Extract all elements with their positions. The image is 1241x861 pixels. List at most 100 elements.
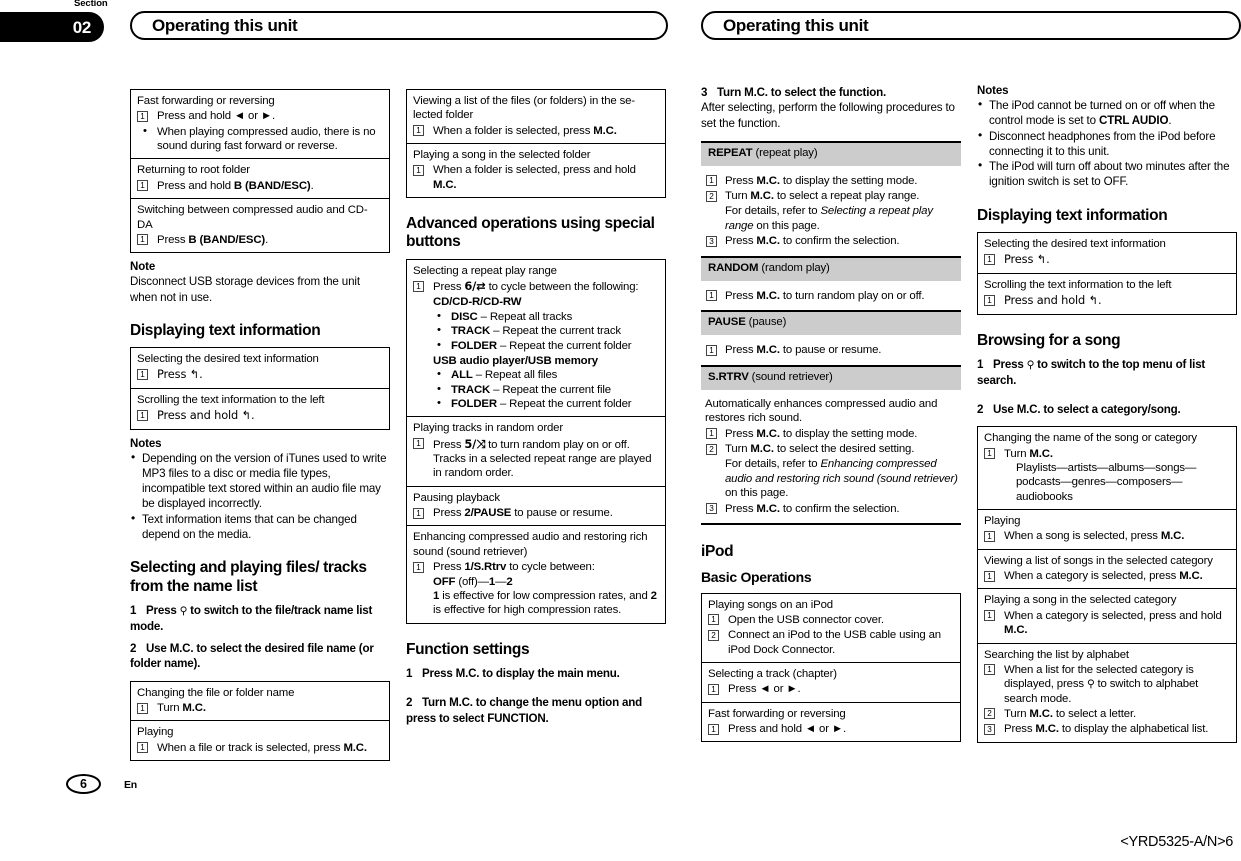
function-step: 3 Press M.C. to confirm the selection. [703,502,959,517]
table-row: Selecting a track (chapter) 1 Press ◄ or … [702,661,960,702]
step-number-badge: 3 [706,503,717,515]
step-number: 2 [406,696,413,710]
step-suffix: to confirm the selection. [779,235,900,248]
table-row: Playing a song in the selected folder 1W… [407,143,665,197]
row-step: 1 When a song is selected, press M.C. [984,529,1230,543]
step-suffix: to select a repeat play range. [773,190,920,203]
option-name: TRACK [451,383,491,396]
row-step: 1 Press B (BAND/ESC). [137,233,383,247]
step-number-badge: 2 [706,190,717,202]
heading-basic-operations: Basic Operations [701,568,812,585]
heading-ipod: iPod [701,543,734,561]
table-row: Fast forwarding or reversing 1 Press and … [702,701,960,742]
step-number-badge: 1 [984,570,995,582]
step-text: Press and hold [157,179,234,192]
list-item: Disconnect headphones from the iPod befo… [977,128,1237,160]
table-row: Viewing a list of songs in the selected … [978,548,1236,589]
step-number-badge: 1 [706,290,717,302]
step-text: Turn [1004,707,1030,720]
section-label: Section [74,0,108,9]
row-step: 2 Connect an iPod to the USB cable using … [708,628,954,657]
step-text: Use M.C. to select a category/song. [993,402,1181,416]
note-text: The iPod will turn off about two minutes… [989,160,1230,189]
step-number-badge: 3 [706,235,717,247]
step-text: Press [1004,723,1036,736]
row-title: Scrolling the text information to the le… [984,278,1172,291]
step-suffix: to cycle between: [506,561,595,574]
xref-prefix: For details, refer to [725,204,821,217]
step-number: 3 [701,86,708,99]
table-row: Viewing a list of the files (or folders)… [407,90,665,143]
row-title: Pausing playback [413,491,500,504]
table-row: Playing 1 When a file or track is selecte… [131,720,389,760]
step-text: Press [433,281,465,294]
row-title: Returning to root folder [137,164,250,177]
step-suffix: to display the alphabetical list. [1058,723,1209,736]
mode-2: 2 [506,575,513,588]
language-code: En [124,779,138,791]
row-step: 1 Press 1/S.Rtrv to cycle between: [413,560,659,574]
list-item: Depending on the version of iTunes used … [130,450,390,512]
repeat-option: ALL – Repeat all files [413,367,659,382]
notes-heading: Notes [977,85,1009,97]
list-item: Text information items that can be chang… [130,511,390,543]
step-text: Press and hold ↰. [1004,293,1102,308]
function-step: 1 Press M.C. to display the setting mode. [703,427,959,442]
row-step: 1 Press 2/PAUSE to pause or resume. [413,506,659,520]
heading-displaying-text-information: Displaying text information [977,206,1168,224]
note-text: Disconnect USB storage devices from the … [130,275,360,304]
step-text: When a category is selected, press [1004,570,1180,583]
heading-displaying-text-information: Displaying text information [130,321,321,339]
function-intro: Automatically enhances compressed audio … [705,397,938,425]
group-label-usb: USB audio player/USB memory [433,354,598,367]
op-table-folder-list: Viewing a list of the files (or folders)… [406,89,666,199]
step-text: Press [157,233,189,246]
row-title: Selecting the desired text information [984,238,1166,251]
row-title: Viewing a list of the files (or folders)… [413,95,635,122]
search-icon: ⚲ [179,604,188,617]
row-title: Scrolling the text information to the le… [137,393,325,406]
step-text: Press [433,438,465,451]
row-step: 1 Turn M.C. [137,701,383,715]
function-name: RANDOM [708,261,759,274]
table-row: Playing songs on an iPod 1 Open the USB c… [702,594,960,662]
browse-step-1: 1 Press ⚲ to switch to the top menu of li… [977,357,1237,388]
control-name: M.C. [756,344,780,357]
step-number-badge: 1 [708,614,719,626]
op-table-ipod-basic: Playing songs on an iPod 1 Open the USB c… [701,592,961,743]
table-row: Switching between compressed audio and C… [131,198,389,252]
step-number: 1 [130,603,137,617]
step-number-badge: 1 [708,683,719,695]
step-text: Press ↰. [157,367,203,382]
option-desc: – Repeat all files [472,369,558,382]
step-text: Press [725,235,757,248]
function-block-pause: PAUSE (pause) 1 Press M.C. to pause or re… [701,310,961,363]
function-band-header: S.RTRV (sound retriever) [701,364,961,390]
row-bullet: When playing compressed audio, there is … [137,124,383,154]
step-text: Press M.C. to display the main menu. [422,666,620,680]
row-title: Playing [984,515,1021,528]
step-number-badge: 1 [137,368,148,380]
step-text: When a folder is selected, press and hol… [433,164,636,177]
function-body: 1 Press M.C. to pause or resume. [701,335,961,363]
table-row: Playing tracks in random order 1 Press 5/… [407,416,665,485]
step-text: Press [725,289,757,302]
column-2: Viewing a list of the files (or folders)… [406,85,666,726]
step-text: Turn [1004,447,1030,460]
repeat-option: TRACK – Repeat the current track [413,323,659,338]
row-step: 2 Turn M.C. to select a letter. [984,707,1230,721]
step-text: Turn [157,702,183,714]
row-title: Playing tracks in random order [413,422,563,435]
step-number-badge: 1 [706,175,717,187]
row-step: 3 Press M.C. to display the alphabetical … [984,722,1230,736]
table-row: Playing a song in the selected category … [978,588,1236,642]
option-name: DISC [451,310,478,323]
function-step-1: 1 Press M.C. to display the main menu. [406,666,666,681]
row-title: Switching between compressed audio and C… [137,204,368,231]
option-name: ALL [451,369,473,382]
step-text: Press and hold ◄ or ►. [157,110,276,123]
row-step: 1 Press and hold B (BAND/ESC). [137,179,383,193]
control-name: M.C. [756,174,780,187]
row-step: 1 Press ↰. [984,252,1230,267]
table-row: Fast forwarding or reversing 1 Press and … [131,90,389,158]
